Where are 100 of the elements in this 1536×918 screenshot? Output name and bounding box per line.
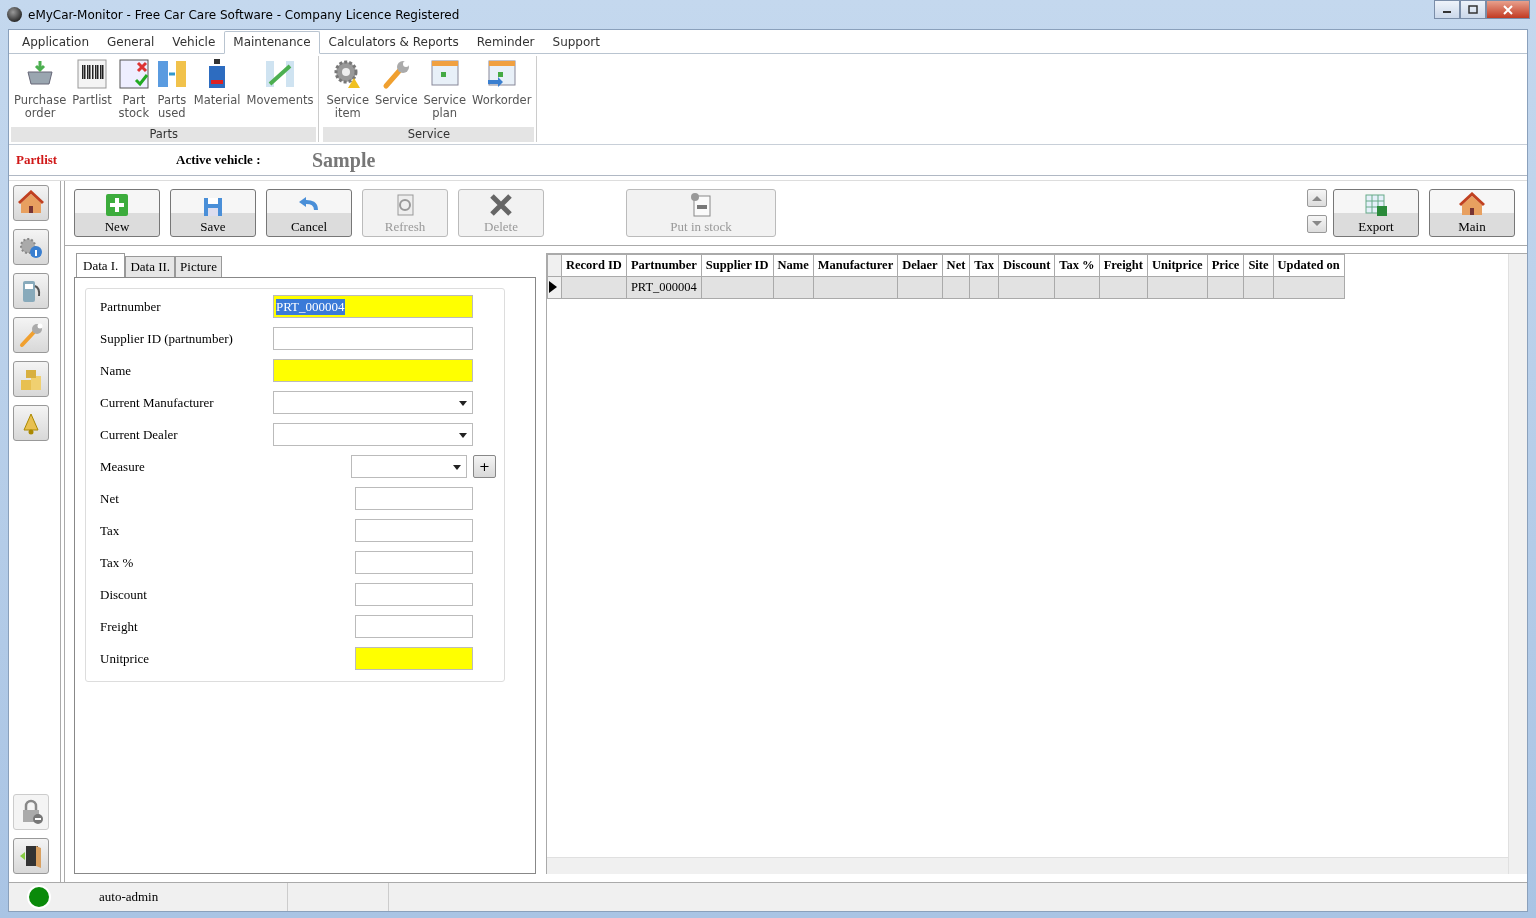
- column-header[interactable]: Updated on: [1273, 254, 1345, 277]
- lock-button[interactable]: [13, 794, 49, 830]
- house-icon: [18, 190, 44, 216]
- maximize-button[interactable]: [1460, 0, 1486, 19]
- form-tab[interactable]: Picture: [175, 256, 222, 277]
- toolbar-button[interactable]: Save: [170, 189, 256, 237]
- column-header[interactable]: Tax: [969, 254, 999, 277]
- column-header[interactable]: Record ID: [561, 254, 627, 277]
- minimize-button[interactable]: [1434, 0, 1460, 19]
- down-arrow-icon: [1311, 220, 1323, 228]
- up-arrow-icon: [1311, 194, 1323, 202]
- document-icon: [688, 191, 714, 218]
- column-header[interactable]: Unitprice: [1147, 254, 1208, 277]
- close-button[interactable]: [1486, 0, 1530, 19]
- ribbon-button[interactable]: Purchase order: [11, 56, 70, 127]
- toolbar-button[interactable]: New: [74, 189, 160, 237]
- ribbon-button[interactable]: Movements: [243, 56, 317, 127]
- input-field[interactable]: [355, 583, 473, 606]
- field-label: Unitprice: [100, 650, 151, 667]
- door-icon: [18, 843, 44, 869]
- input-field[interactable]: PRT_000004: [273, 295, 473, 318]
- form-tab[interactable]: Data II.: [125, 256, 176, 277]
- input-field[interactable]: [355, 615, 473, 638]
- field-label: Tax %: [100, 554, 135, 571]
- spreadsheet-icon: [1363, 191, 1389, 218]
- menu-tab[interactable]: Calculators & Reports: [319, 31, 468, 54]
- grid-row[interactable]: PRT_000004: [547, 276, 1345, 299]
- exit-button[interactable]: [13, 838, 49, 874]
- column-header[interactable]: Partnumber: [626, 254, 702, 277]
- column-header[interactable]: Name: [773, 254, 814, 277]
- wrench-icon: [18, 322, 44, 348]
- dropdown-field[interactable]: [273, 391, 473, 414]
- menu-tab[interactable]: General: [98, 31, 164, 54]
- dropdown-field[interactable]: [273, 423, 473, 446]
- sidebar-button[interactable]: [13, 185, 49, 221]
- column-header[interactable]: Delaer: [897, 254, 943, 277]
- toolbar-button[interactable]: Cancel: [266, 189, 352, 237]
- input-field[interactable]: [355, 647, 473, 670]
- ribbon-group-label: Parts: [11, 127, 317, 142]
- ribbon-button[interactable]: Partlist: [69, 56, 115, 127]
- field-label: Net: [100, 490, 120, 507]
- caret-icon: [453, 465, 461, 470]
- caret-icon: [459, 401, 467, 406]
- table-cell: PRT_000004: [630, 280, 697, 294]
- column-header[interactable]: Tax %: [1054, 254, 1100, 277]
- column-header[interactable]: Discount: [998, 254, 1055, 277]
- chart-icon: [264, 58, 296, 90]
- field-label: Current Manufacturer: [100, 394, 215, 411]
- ribbon-button[interactable]: Service: [371, 56, 421, 127]
- calendar-doc-icon: [485, 58, 518, 90]
- menu-tab[interactable]: Reminder: [467, 31, 544, 54]
- dropdown-field[interactable]: [351, 455, 467, 478]
- menu-tab[interactable]: Vehicle: [163, 31, 225, 54]
- field-label: Supplier ID (partnumber): [100, 330, 234, 347]
- input-field[interactable]: [355, 551, 473, 574]
- column-header[interactable]: Manufacturer: [813, 254, 898, 277]
- active-vehicle-label: Active vehicle :: [176, 152, 262, 168]
- checklist-icon: [117, 58, 150, 90]
- input-field[interactable]: [355, 487, 473, 510]
- barcode-icon: [76, 58, 109, 90]
- field-label: Discount: [100, 586, 148, 603]
- maximize-icon: [1468, 5, 1478, 14]
- field-label: Current Dealer: [100, 426, 179, 443]
- close-icon: [1503, 4, 1513, 15]
- ribbon-button[interactable]: Service item: [323, 56, 372, 127]
- horizontal-scrollbar[interactable]: [547, 857, 1508, 874]
- toolbar-button[interactable]: Main: [1429, 189, 1515, 237]
- column-header[interactable]: Site: [1243, 254, 1274, 277]
- column-header[interactable]: Net: [942, 254, 970, 277]
- ribbon-group-label: Service: [323, 127, 535, 142]
- menu-tab[interactable]: Application: [13, 31, 99, 54]
- ribbon-button[interactable]: Workorder: [469, 56, 535, 127]
- column-header[interactable]: Freight: [1099, 254, 1148, 277]
- input-field[interactable]: [273, 359, 473, 382]
- x-icon: [488, 191, 514, 218]
- add-button[interactable]: +: [473, 455, 496, 478]
- columns-icon: [155, 58, 188, 90]
- ribbon-button[interactable]: Service plan: [420, 56, 469, 127]
- menu-tab[interactable]: Support: [543, 31, 609, 54]
- module-title: Partlist: [15, 152, 59, 168]
- toolbar-button[interactable]: Export: [1333, 189, 1419, 237]
- row-header-cell[interactable]: [547, 276, 562, 299]
- column-header[interactable]: Price: [1207, 254, 1244, 277]
- menu-tab[interactable]: Maintenance: [224, 31, 320, 54]
- move-down-button[interactable]: [1307, 215, 1327, 233]
- app-icon: [7, 7, 22, 22]
- input-field[interactable]: [355, 519, 473, 542]
- vertical-scrollbar[interactable]: [1508, 254, 1527, 874]
- active-vehicle-name: Sample: [312, 148, 376, 172]
- ribbon-button[interactable]: Material: [190, 56, 244, 127]
- move-up-button[interactable]: [1307, 189, 1327, 207]
- column-header[interactable]: Supplier ID: [701, 254, 773, 277]
- field-label: Tax: [100, 522, 121, 539]
- field-label: Partnumber: [100, 298, 162, 315]
- sidebar-button[interactable]: [13, 229, 49, 265]
- input-field[interactable]: [273, 327, 473, 350]
- field-label: Measure: [100, 458, 146, 475]
- ribbon-button[interactable]: Parts used: [152, 56, 191, 127]
- form-tab[interactable]: Data I.: [76, 253, 126, 278]
- ribbon-button[interactable]: Part stock: [114, 56, 153, 127]
